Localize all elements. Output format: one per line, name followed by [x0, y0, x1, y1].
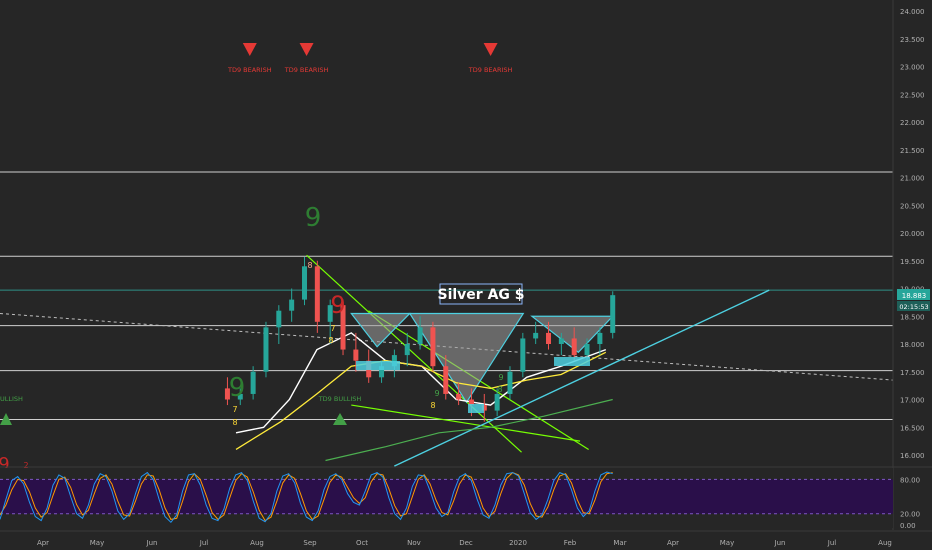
price-tick-label: 18.500 — [900, 313, 925, 321]
time-tick-label: Oct — [356, 539, 368, 547]
td9-bullish-label: TD9 BULLISH — [318, 395, 362, 403]
td-setup-digit: 8 — [497, 385, 502, 394]
time-tick-label: Aug — [878, 539, 892, 547]
td-setup-digit: 8 — [307, 261, 312, 270]
candle — [263, 321, 269, 378]
td9-bearish-label: TD9 BEARISH — [284, 66, 329, 74]
candle-body — [314, 266, 320, 322]
pattern-tag — [554, 357, 590, 366]
instrument-label: Silver AG $ — [437, 287, 524, 303]
time-tick-label: Feb — [564, 539, 577, 547]
price-tick-label: 21.500 — [900, 147, 925, 155]
candle-body — [301, 266, 307, 300]
time-tick-label: Jul — [199, 539, 209, 547]
candle-body — [276, 310, 282, 328]
candle-body — [597, 332, 603, 344]
price-tick-label: 20.500 — [900, 202, 925, 210]
price-tick-label: 21.000 — [900, 175, 925, 183]
time-tick-label: May — [720, 539, 734, 547]
price-tick-label: 19.500 — [900, 258, 925, 266]
time-tick-label: Jun — [774, 539, 786, 547]
price-tick-label: 24.000 — [900, 8, 925, 16]
td-setup-digit: 7 — [330, 324, 335, 333]
candle-body — [353, 349, 359, 361]
price-tick-label: 17.000 — [900, 397, 925, 405]
candle-body — [584, 344, 590, 356]
price-tick-label: 20.000 — [900, 230, 925, 238]
candle-body — [263, 327, 269, 372]
time-tick-label: Mar — [613, 539, 626, 547]
td-setup-digit: 9 — [434, 389, 439, 398]
td9-bullish-label: ULLISH — [0, 395, 23, 403]
time-tick-label: Dec — [459, 539, 473, 547]
price-tick-label: 18.000 — [900, 341, 925, 349]
oscillator-tick-label: 0.00 — [900, 522, 916, 530]
time-tick-label: Sep — [303, 539, 317, 547]
td-setup-digit: 8 — [328, 336, 333, 345]
td-setup-digit: 9 — [498, 373, 503, 382]
price-tick-label: 22.500 — [900, 91, 925, 99]
td-setup-digit: 7 — [232, 405, 237, 414]
last-price: 18.883 — [902, 292, 927, 300]
time-tick-label: May — [90, 539, 104, 547]
td-setup-digit: 8 — [232, 418, 237, 427]
time-tick-label: Jun — [146, 539, 158, 547]
td-count-nine: 9 — [330, 291, 345, 319]
candle-body — [571, 338, 577, 356]
time-tick-label: Apr — [667, 539, 679, 547]
candle-body — [443, 366, 449, 394]
candle-body — [417, 327, 423, 344]
candle — [610, 291, 616, 339]
candle-body — [558, 338, 564, 344]
time-tick-label: 2020 — [509, 539, 527, 547]
instrument-label-box[interactable]: Silver AG $ — [437, 283, 525, 305]
td9-bearish-label: TD9 BEARISH — [468, 66, 513, 74]
time-tick-label: Apr — [37, 539, 49, 547]
td-count-nine: 9 — [229, 373, 246, 403]
td-setup-digit: 8 — [430, 401, 435, 410]
price-tick-label: 23.000 — [900, 64, 925, 72]
pattern-tag — [468, 404, 484, 413]
candle-body — [533, 332, 539, 339]
time-tick-label: Aug — [250, 539, 264, 547]
candle — [430, 321, 436, 372]
price-tick-label: 23.500 — [900, 36, 925, 44]
candle-body — [430, 327, 436, 367]
td-count-nine: 9 — [305, 203, 322, 233]
candle-body — [520, 338, 526, 372]
oscillator-band — [0, 479, 893, 514]
candle-body — [404, 344, 410, 356]
bar-countdown: 02:15:53 — [899, 303, 928, 311]
price-chart[interactable]: TD9 BEARISH TD9 BEARISH TD9 BEARISH ULLISH T… — [0, 0, 932, 550]
last-price-tag: 18.883 02:15:53 — [897, 289, 930, 311]
price-tick-label: 17.500 — [900, 369, 925, 377]
oscillator-tick-label: 80.00 — [900, 476, 920, 484]
time-tick-label: Jul — [827, 539, 837, 547]
price-tick-label: 16.500 — [900, 424, 925, 432]
pattern-tag — [356, 361, 400, 370]
candle — [520, 332, 526, 378]
price-tick-label: 16.000 — [900, 452, 925, 460]
candle-body — [250, 371, 256, 394]
candle-body — [289, 299, 295, 311]
candle-body — [456, 393, 462, 400]
time-tick-label: Nov — [407, 539, 421, 547]
candle-body — [507, 371, 513, 394]
oscillator-tick-label: 20.00 — [900, 511, 920, 519]
price-tick-label: 22.000 — [900, 119, 925, 127]
oscillator-pane[interactable]: 80.00 20.00 0.00 — [0, 466, 932, 530]
candle-body — [610, 295, 616, 333]
candle-body — [494, 393, 500, 411]
td9-bearish-label: TD9 BEARISH — [227, 66, 272, 74]
candle-body — [546, 332, 552, 344]
